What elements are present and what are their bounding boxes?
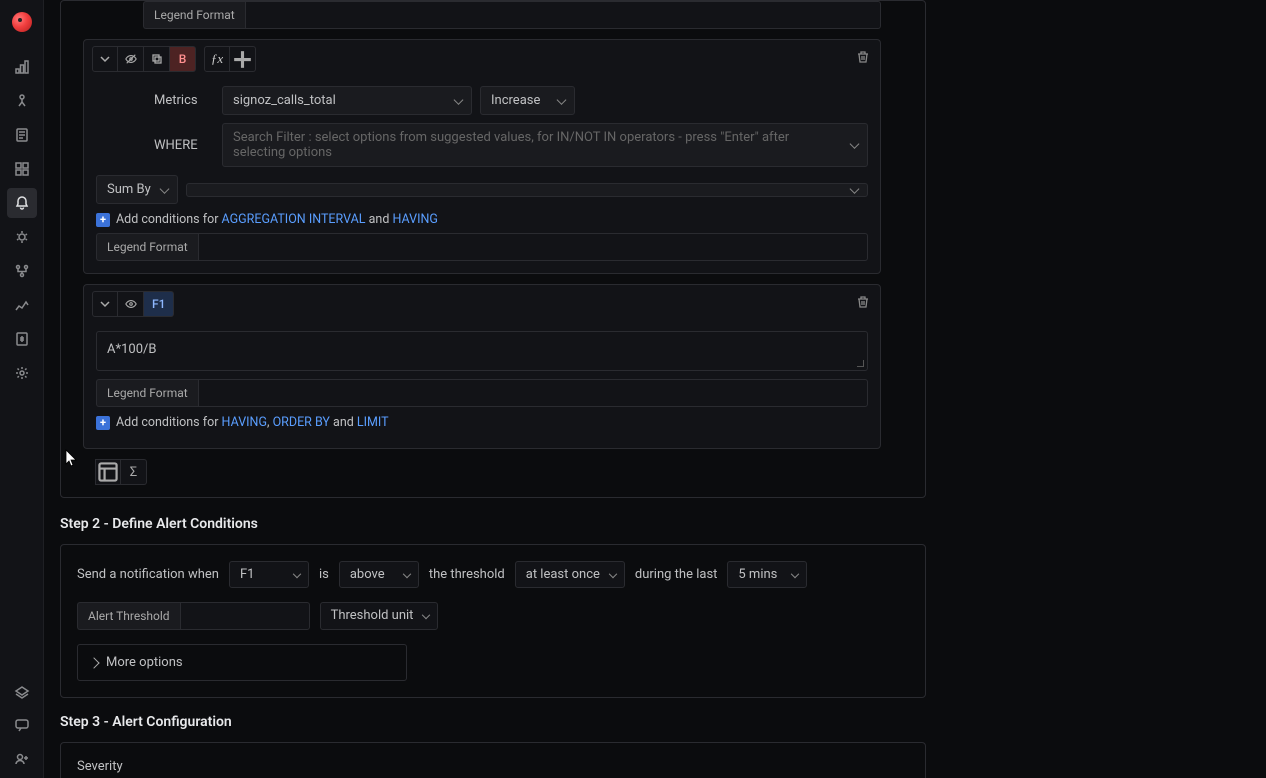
- frequency-select[interactable]: at least once: [515, 561, 625, 588]
- delete-query-b[interactable]: [856, 50, 870, 64]
- exceptions-icon[interactable]: [7, 222, 37, 252]
- query-block-b: B ƒx Metrics signoz_calls_total Increase…: [83, 39, 881, 274]
- add-query-button[interactable]: [95, 459, 121, 485]
- aggregation-select[interactable]: Increase: [480, 86, 575, 115]
- support-icon[interactable]: [7, 710, 37, 740]
- step2-title: Step 2 - Define Alert Conditions: [60, 516, 926, 532]
- delete-formula-f1[interactable]: [856, 295, 870, 309]
- metric-formula-select[interactable]: F1: [229, 561, 309, 588]
- having-link-f1[interactable]: HAVING: [222, 415, 267, 430]
- legend-format-input-a[interactable]: [245, 1, 881, 29]
- legend-format-input-b[interactable]: [198, 233, 868, 261]
- chevron-right-icon: [88, 657, 99, 668]
- during-text: during the last: [635, 567, 718, 582]
- legend-format-input-f1[interactable]: [198, 379, 868, 407]
- threshold-unit-select[interactable]: Threshold unit: [320, 602, 439, 630]
- step3-panel: Severity Warning *Alert Name: [60, 742, 926, 778]
- alert-threshold-label: Alert Threshold: [77, 602, 180, 630]
- formula-block-f1: F1 A*100/B Legend Format + Add condition…: [83, 284, 881, 449]
- collapse-toggle-b[interactable]: [92, 46, 118, 72]
- invite-icon[interactable]: [7, 744, 37, 774]
- query-badge-b: B: [170, 46, 196, 72]
- integrations-icon[interactable]: [7, 676, 37, 706]
- visibility-toggle-b[interactable]: [118, 46, 144, 72]
- billing-icon[interactable]: [7, 324, 37, 354]
- step3-title: Step 3 - Alert Configuration: [60, 714, 926, 730]
- sumby-values[interactable]: [186, 183, 868, 197]
- orderby-link-f1[interactable]: ORDER BY: [273, 415, 330, 430]
- add-conditions-text: Add conditions for AGGREGATION INTERVAL …: [116, 212, 438, 227]
- add-condition-icon[interactable]: +: [96, 213, 110, 227]
- more-options-toggle[interactable]: More options: [77, 644, 407, 681]
- duplicate-button-b[interactable]: [144, 46, 170, 72]
- add-conditions-text-f1: Add conditions for HAVING, ORDER BY and …: [116, 415, 389, 430]
- metrics-label: Metrics: [154, 93, 214, 108]
- visibility-toggle-f1[interactable]: [118, 291, 144, 317]
- metrics-select[interactable]: signoz_calls_total: [222, 86, 472, 115]
- send-notification-text: Send a notification when: [77, 567, 219, 582]
- dashboards-icon[interactable]: [7, 154, 37, 184]
- add-formula-button[interactable]: Σ: [121, 459, 147, 485]
- window-select[interactable]: 5 mins: [727, 561, 807, 588]
- legend-format-label-a: Legend Format: [143, 1, 245, 29]
- pipelines-icon[interactable]: [7, 256, 37, 286]
- collapse-toggle-f1[interactable]: [92, 291, 118, 317]
- sumby-select[interactable]: Sum By: [96, 175, 178, 204]
- alerts-icon[interactable]: [7, 188, 37, 218]
- logo[interactable]: [12, 12, 32, 32]
- cursor-icon: [65, 449, 79, 469]
- usage-icon[interactable]: [7, 290, 37, 320]
- formula-expression-input[interactable]: A*100/B: [96, 331, 868, 371]
- legend-format-label-b: Legend Format: [96, 233, 198, 261]
- add-function-button-b[interactable]: [230, 46, 256, 72]
- logs-icon[interactable]: [7, 120, 37, 150]
- formula-badge-f1: F1: [144, 291, 174, 317]
- aggregation-interval-link[interactable]: AGGREGATION INTERVAL: [222, 212, 366, 227]
- limit-link-f1[interactable]: LIMIT: [357, 415, 389, 430]
- threshold-text: the threshold: [429, 567, 505, 582]
- settings-icon[interactable]: [7, 358, 37, 388]
- legend-format-label-f1: Legend Format: [96, 379, 198, 407]
- severity-label: Severity: [77, 759, 909, 774]
- is-text: is: [319, 567, 329, 582]
- having-link[interactable]: HAVING: [392, 212, 437, 227]
- step2-panel: Send a notification when F1 is above the…: [60, 544, 926, 698]
- query-builder-panel: Legend Format B ƒx Metrics signoz_calls_…: [60, 0, 926, 498]
- condition-select[interactable]: above: [339, 561, 419, 588]
- where-label: WHERE: [154, 138, 214, 153]
- services-icon[interactable]: [7, 52, 37, 82]
- sidebar: [0, 0, 44, 778]
- add-condition-icon-f1[interactable]: +: [96, 416, 110, 430]
- where-filter-input[interactable]: Search Filter : select options from sugg…: [222, 123, 868, 167]
- function-button-b[interactable]: ƒx: [204, 46, 230, 72]
- alert-threshold-input[interactable]: [180, 602, 310, 630]
- main-content: Legend Format B ƒx Metrics signoz_calls_…: [44, 0, 1266, 778]
- traces-icon[interactable]: [7, 86, 37, 116]
